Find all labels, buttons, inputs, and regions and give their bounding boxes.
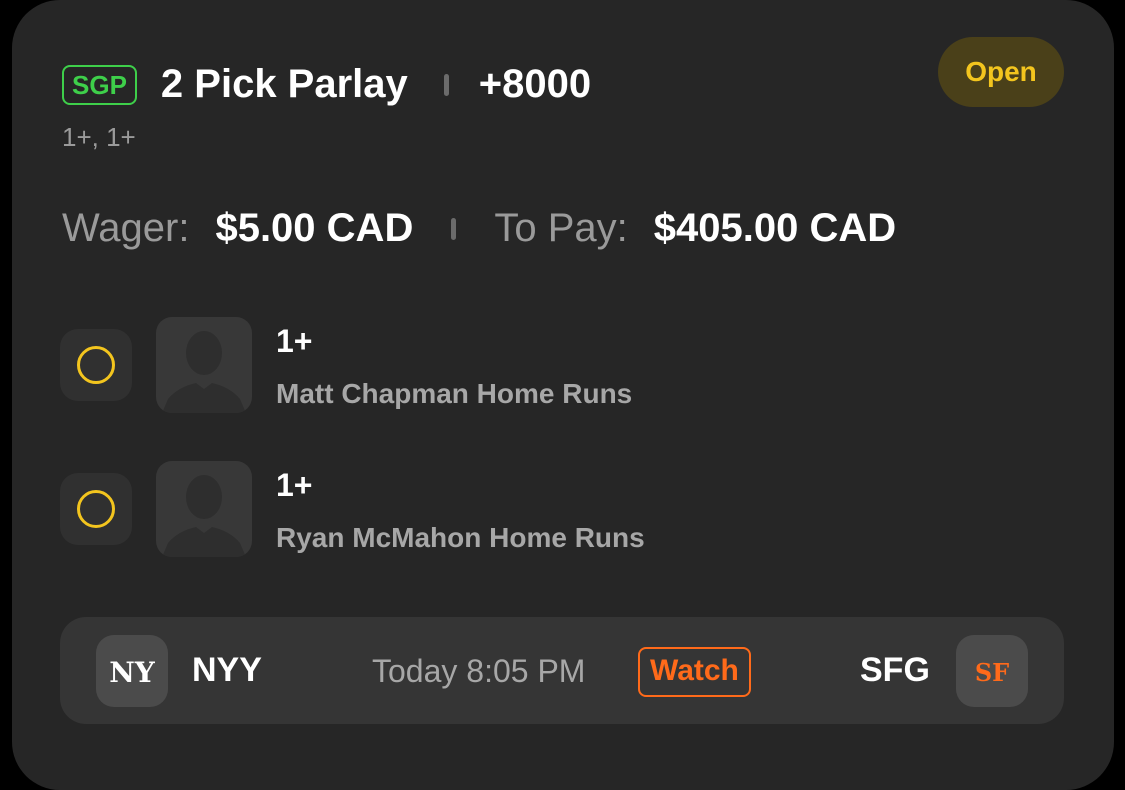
leg-item[interactable]: 1+ Matt Chapman Home Runs [60, 317, 632, 413]
leg-status [60, 473, 132, 545]
bet-card[interactable]: SGP 2 Pick Parlay +8000 1+, 1+ Open Wage… [12, 0, 1114, 790]
leg-status [60, 329, 132, 401]
bet-title: 2 Pick Parlay [160, 62, 408, 106]
leg-market: Ryan McMahon Home Runs [276, 522, 645, 553]
game-time: Today 8:05 PM [372, 653, 586, 689]
leg-line: 1+ [276, 467, 313, 503]
pending-circle-icon [77, 490, 115, 528]
bet-subtitle: 1+, 1+ [62, 122, 136, 152]
leg-item[interactable]: 1+ Ryan McMahon Home Runs [60, 461, 645, 557]
bet-header: SGP 2 Pick Parlay +8000 [62, 62, 591, 107]
wager-label: Wager: [62, 206, 190, 250]
divider [443, 73, 449, 96]
player-silhouette-icon [162, 331, 246, 413]
home-team: SFG [860, 651, 930, 689]
leg-market: Matt Chapman Home Runs [276, 378, 633, 409]
player-avatar [156, 317, 252, 413]
yankees-logo-icon: NY [96, 635, 168, 707]
player-avatar [156, 461, 252, 557]
divider [451, 217, 457, 240]
svg-text:NY: NY [109, 656, 156, 689]
svg-text:SF: SF [975, 658, 1009, 687]
wager-row: Wager: $5.00 CAD To Pay: $405.00 CAD [62, 206, 896, 251]
giants-logo-icon: SF [956, 635, 1028, 707]
player-silhouette-icon [162, 475, 246, 557]
watch-button[interactable]: Watch [638, 647, 751, 697]
bet-odds: +8000 [478, 62, 592, 106]
wager-value: $5.00 CAD [215, 206, 414, 250]
sgp-badge: SGP [62, 64, 137, 105]
game-info-bar[interactable]: NY NYY Today 8:05 PM Watch SFG SF [60, 617, 1064, 724]
topay-value: $405.00 CAD [653, 206, 897, 250]
topay-label: To Pay: [494, 206, 628, 250]
away-team: NYY [192, 651, 262, 689]
status-badge: Open [938, 37, 1064, 107]
pending-circle-icon [77, 346, 115, 384]
leg-line: 1+ [276, 323, 313, 359]
